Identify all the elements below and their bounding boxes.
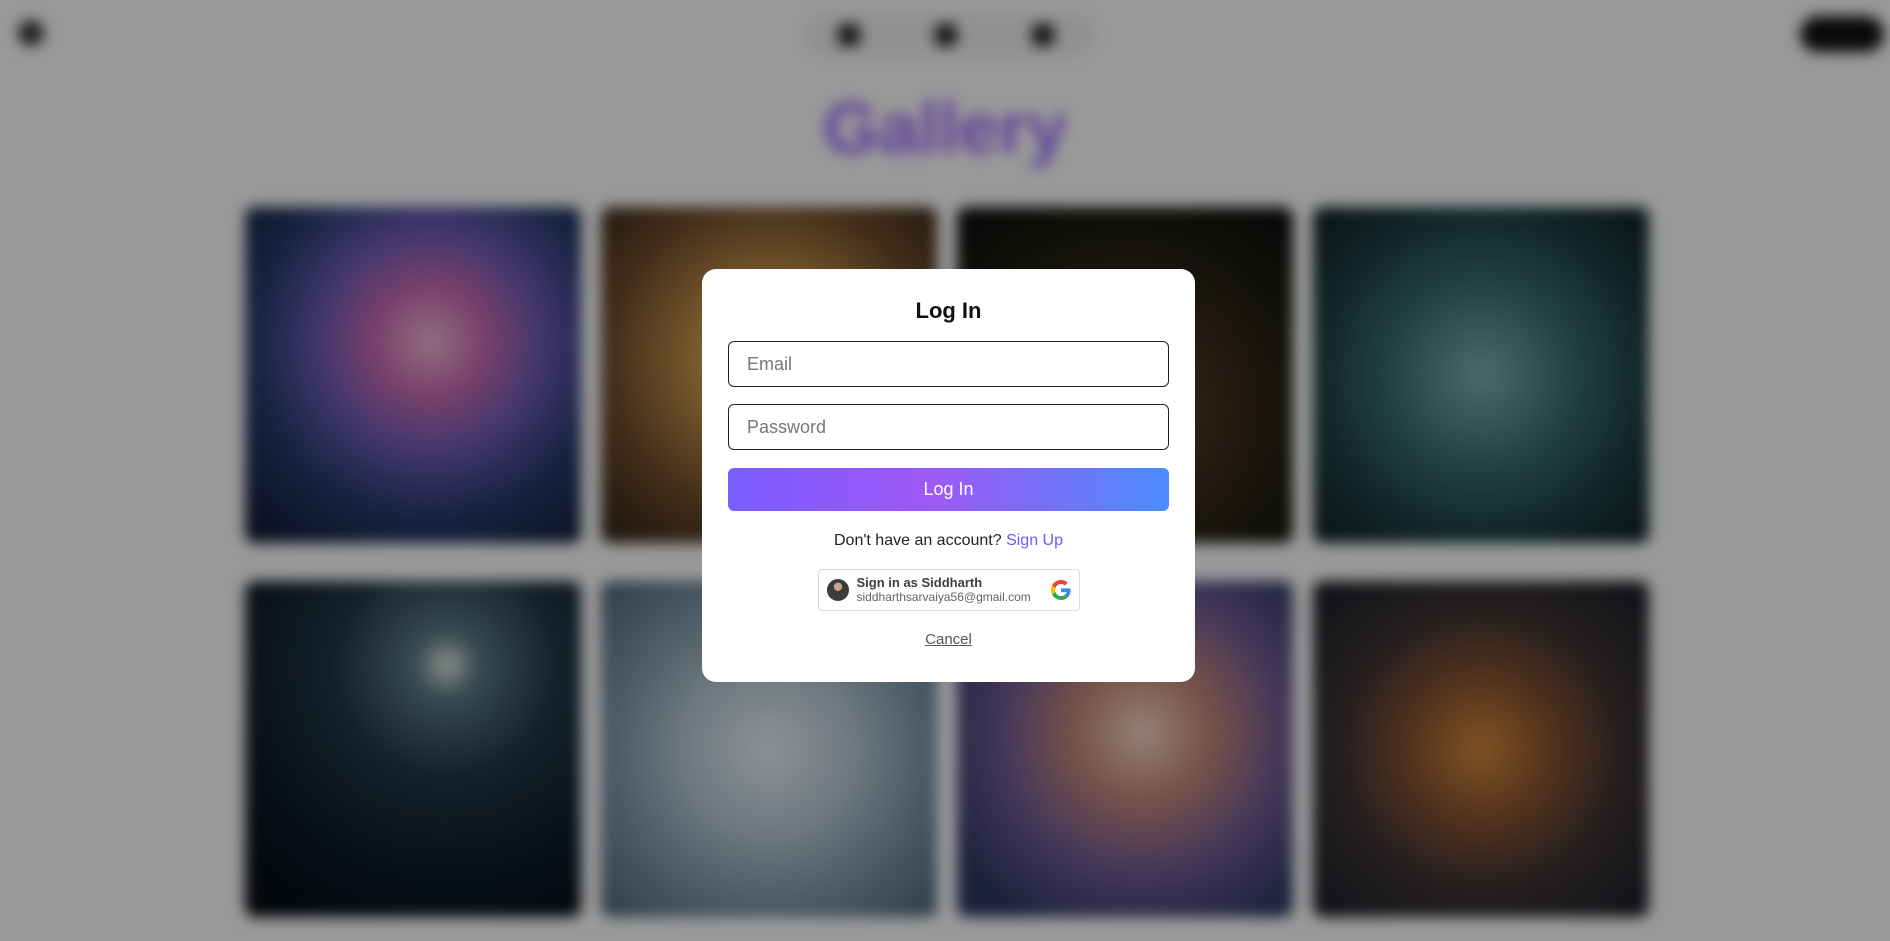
google-account-info: Sign in as Siddharth siddharthsarvaiya56… — [856, 575, 1043, 605]
login-modal: Log In Log In Don't have an account? Sig… — [702, 269, 1195, 682]
signup-prompt: Don't have an account? — [834, 532, 1002, 549]
password-field[interactable] — [728, 404, 1169, 450]
google-icon — [1050, 580, 1071, 600]
cancel-link[interactable]: Cancel — [728, 631, 1169, 648]
modal-title: Log In — [915, 298, 982, 323]
login-button[interactable]: Log In — [728, 468, 1169, 511]
google-signin-button[interactable]: Sign in as Siddharth siddharthsarvaiya56… — [817, 569, 1080, 611]
google-account-email: siddharthsarvaiya56@gmail.com — [856, 590, 1031, 604]
google-account-name: Sign in as Siddharth — [856, 575, 983, 590]
signup-link[interactable]: Sign Up — [1006, 532, 1063, 549]
signup-row: Don't have an account? Sign Up — [728, 531, 1169, 551]
email-field[interactable] — [728, 341, 1169, 387]
avatar — [826, 579, 849, 601]
